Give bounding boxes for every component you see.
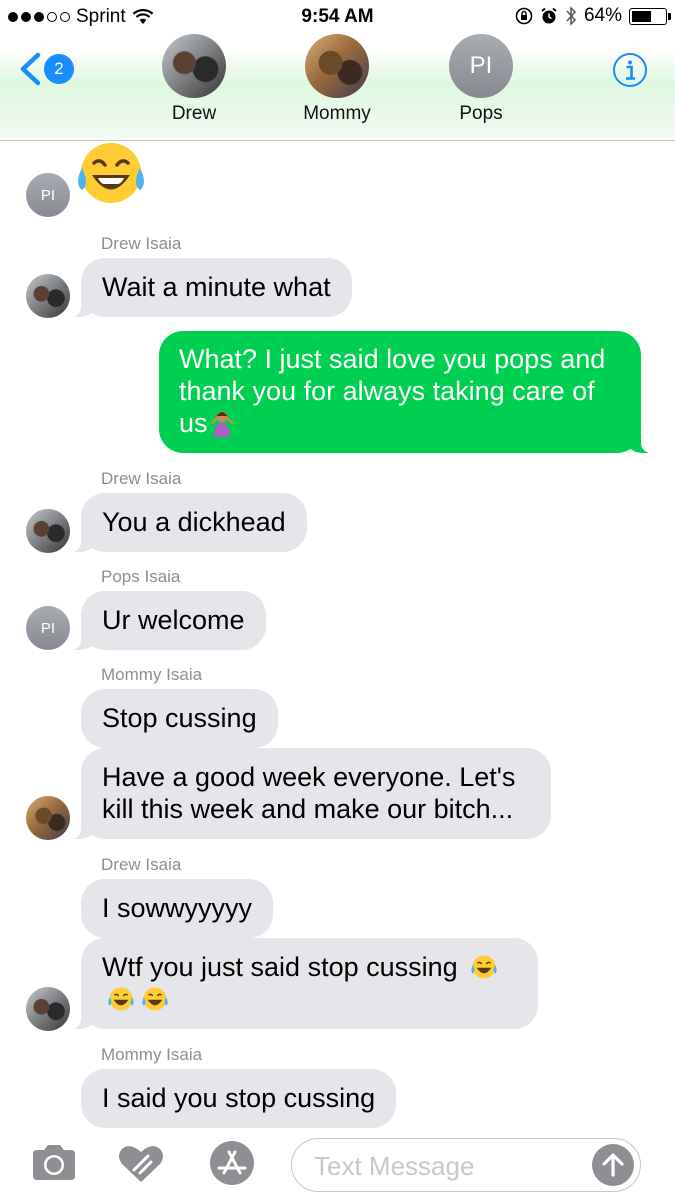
contact-pops[interactable]: PI Pops bbox=[421, 34, 541, 125]
app-store-icon[interactable] bbox=[204, 1140, 260, 1186]
tears-of-joy-emoji bbox=[108, 987, 134, 1011]
avatar-pops[interactable]: PI bbox=[26, 606, 70, 650]
message-text: What? I just said love you pops and than… bbox=[179, 344, 613, 438]
back-button[interactable]: 2 bbox=[18, 52, 74, 86]
sender-label: Drew Isaia bbox=[101, 855, 182, 874]
conversation-header: Sprint 9:54 AM 64% 2 Drew Mommy PI Pops bbox=[0, 0, 675, 141]
sender-label: Mommy Isaia bbox=[101, 665, 203, 684]
message-text: I said you stop cussing bbox=[102, 1083, 376, 1113]
sender-label: Mommy Isaia bbox=[101, 1045, 203, 1064]
avatar bbox=[305, 34, 369, 98]
digital-touch-icon[interactable] bbox=[116, 1140, 166, 1186]
contact-name: Mommy bbox=[303, 103, 371, 124]
battery-percent: 64% bbox=[583, 5, 622, 26]
message-bubble-incoming[interactable]: Wtf you just said stop cussing bbox=[70, 938, 538, 1029]
avatar-mommy[interactable] bbox=[26, 796, 70, 840]
message-bubble-incoming[interactable]: I said you stop cussing bbox=[81, 1069, 397, 1128]
contact-name: Pops bbox=[459, 103, 503, 124]
avatar-drew[interactable] bbox=[26, 509, 70, 553]
alarm-icon bbox=[541, 7, 557, 24]
rotation-lock-icon bbox=[515, 7, 533, 25]
status-bar: Sprint 9:54 AM 64% bbox=[0, 0, 675, 34]
send-button[interactable] bbox=[592, 1144, 634, 1186]
avatar-drew[interactable] bbox=[26, 274, 70, 318]
tears-of-joy-emoji bbox=[471, 955, 497, 979]
message-input[interactable] bbox=[312, 1147, 576, 1185]
message-text: You a dickhead bbox=[102, 507, 286, 537]
sender-label: Drew Isaia bbox=[101, 469, 182, 488]
message-bubble-incoming[interactable]: Ur welcome bbox=[70, 591, 266, 650]
avatar: PI bbox=[449, 34, 513, 98]
sender-label: Drew Isaia bbox=[101, 234, 182, 253]
tears-of-joy-emoji bbox=[142, 987, 168, 1011]
message-field[interactable] bbox=[291, 1138, 641, 1192]
sender-label: Pops Isaia bbox=[101, 567, 181, 586]
message-bubble-incoming[interactable]: Stop cussing bbox=[81, 689, 278, 748]
message-text: Ur welcome bbox=[102, 605, 245, 635]
bluetooth-icon bbox=[566, 6, 576, 26]
message-text: Wait a minute what bbox=[102, 272, 331, 302]
contact-drew[interactable]: Drew bbox=[134, 34, 254, 125]
message-bubble-incoming[interactable]: I sowwyyyyy bbox=[81, 879, 274, 938]
message-text: I sowwyyyyy bbox=[102, 893, 253, 923]
person-shrugging-emoji bbox=[210, 411, 233, 437]
message-text: Wtf you just said stop cussing bbox=[102, 952, 458, 982]
battery-icon bbox=[629, 7, 671, 25]
chevron-left-icon bbox=[20, 52, 41, 86]
contact-name: Drew bbox=[171, 103, 217, 124]
contact-mommy[interactable]: Mommy bbox=[277, 34, 397, 125]
compose-bar bbox=[0, 1128, 675, 1200]
arrow-up-icon bbox=[602, 1153, 624, 1177]
unread-count-badge: 2 bbox=[44, 54, 74, 84]
avatar-pops[interactable]: PI bbox=[26, 173, 70, 217]
message-text: Stop cussing bbox=[102, 703, 257, 733]
info-icon[interactable] bbox=[612, 52, 648, 88]
message-bubble-incoming[interactable]: Wait a minute what bbox=[70, 258, 352, 317]
message-bubble-incoming[interactable]: You a dickhead bbox=[70, 493, 307, 552]
message-bubble-outgoing[interactable]: What? I just said love you pops and than… bbox=[159, 331, 652, 453]
avatar bbox=[162, 34, 226, 98]
tears-of-joy-emoji-message[interactable] bbox=[72, 138, 150, 208]
message-text: Have a good week everyone. Let's kill th… bbox=[102, 762, 523, 824]
message-bubble-incoming[interactable]: Have a good week everyone. Let's kill th… bbox=[70, 748, 551, 839]
avatar-drew[interactable] bbox=[26, 987, 70, 1031]
camera-icon[interactable] bbox=[29, 1140, 79, 1186]
